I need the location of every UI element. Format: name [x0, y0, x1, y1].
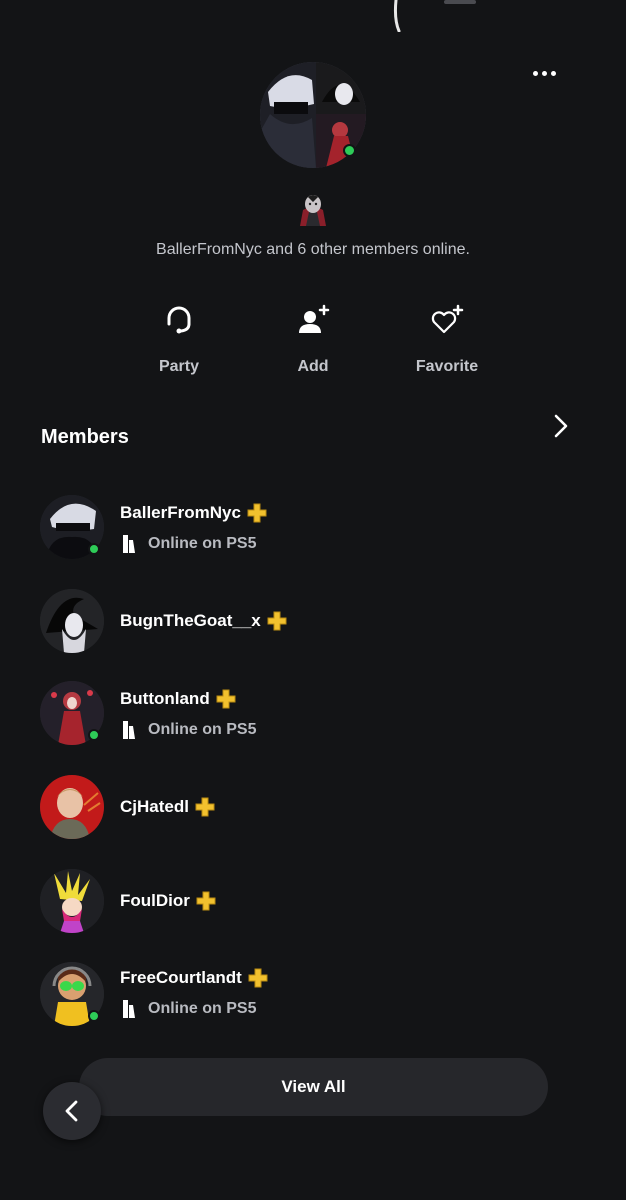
chevron-right-icon[interactable] [548, 412, 574, 440]
add-button[interactable]: Add [253, 300, 373, 376]
member-name: FreeCourtlandt [120, 968, 242, 987]
member-row-ballerfromnyc[interactable]: BallerFromNyc Online on PS5 [40, 495, 560, 561]
back-button[interactable] [43, 1082, 101, 1140]
member-name: Buttonland [120, 689, 210, 708]
member-row-freecourtlandt[interactable]: FreeCourtlandt Online on PS5 [40, 962, 560, 1028]
view-all-button[interactable]: View All [79, 1058, 548, 1116]
party-button[interactable]: Party [119, 300, 239, 376]
add-label: Add [297, 358, 329, 375]
member-status: Online on PS5 [148, 721, 257, 738]
members-heading: Members [41, 426, 129, 448]
chevron-left-icon [65, 1100, 78, 1122]
online-indicator [88, 1010, 100, 1022]
vampire-emoji-icon [300, 195, 326, 226]
ps-plus-icon [196, 891, 216, 911]
member-row-cjhatedl[interactable]: CjHatedl [40, 775, 560, 841]
more-dot-icon [541, 70, 547, 76]
member-row-fouldior[interactable]: FoulDior [40, 869, 560, 935]
drag-handle-icon [444, 0, 476, 4]
member-row-bugnthegoat[interactable]: BugnTheGoat__x [40, 589, 560, 655]
avatar [40, 775, 104, 839]
group-online-indicator [343, 144, 356, 157]
favorite-button[interactable]: Favorite [387, 300, 507, 376]
more-options-button[interactable] [528, 62, 560, 84]
ps-plus-icon [247, 503, 267, 523]
favorite-label: Favorite [415, 358, 479, 375]
ps5-console-icon [123, 1000, 135, 1018]
member-name: BugnTheGoat__x [120, 611, 261, 630]
member-status: Online on PS5 [148, 535, 257, 552]
ps5-console-icon [123, 721, 135, 739]
online-indicator [88, 729, 100, 741]
more-dot-icon [532, 70, 538, 76]
avatar [40, 869, 104, 933]
ps-plus-icon [267, 611, 287, 631]
add-user-icon [299, 304, 330, 333]
avatar [40, 589, 104, 653]
party-label: Party [158, 358, 200, 375]
more-dot-icon [550, 70, 556, 76]
ps-plus-icon [216, 689, 236, 709]
headset-icon [167, 306, 191, 334]
ps5-console-icon [123, 535, 135, 553]
ps-plus-icon [248, 968, 268, 988]
member-name: BallerFromNyc [120, 503, 241, 522]
online-summary-text: BallerFromNyc and 6 other members online… [156, 241, 470, 258]
member-name: CjHatedl [120, 797, 189, 816]
ps-plus-icon [195, 797, 215, 817]
member-status: Online on PS5 [148, 1000, 257, 1017]
member-name: FoulDior [120, 891, 190, 910]
top-scribble-decoration [393, 0, 401, 32]
heart-plus-icon [431, 304, 464, 334]
online-indicator [88, 543, 100, 555]
member-row-buttonland[interactable]: Buttonland Online on PS5 [40, 681, 560, 747]
